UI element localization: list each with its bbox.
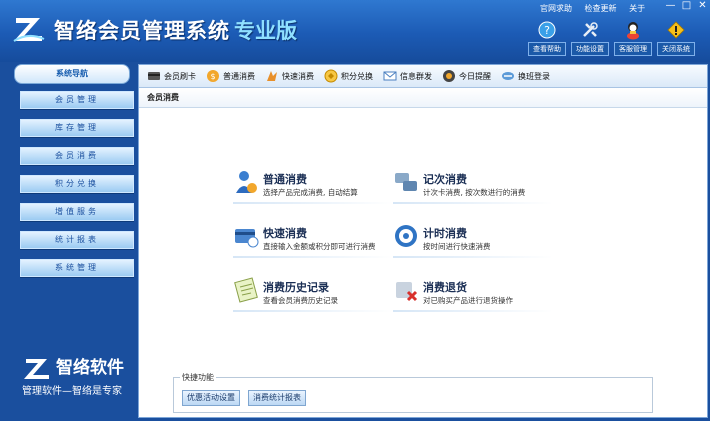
- app-header: 智络会员管理系统 专业版 官网求助 检查更新 关于 — □ ✕ ? 查看帮助 功…: [0, 0, 710, 62]
- timer-consume-icon: [395, 225, 417, 247]
- promotion-settings-button[interactable]: 优惠活动设置: [182, 390, 240, 406]
- function-count-consume[interactable]: 记次消费 计次卡消费, 按次数进行的消费: [393, 169, 553, 209]
- app-logo-icon: [13, 18, 45, 42]
- svg-text:?: ?: [544, 24, 550, 37]
- close-window-button[interactable]: ✕: [696, 0, 709, 12]
- customer-service-button[interactable]: 客服管理: [614, 20, 652, 56]
- check-update-link[interactable]: 检查更新: [585, 4, 617, 13]
- card-icon: [148, 72, 160, 80]
- toolbar: 会员刷卡 $ 普通消费 快速消费 积分兑换 信息群发 今日提醒 换班登录: [139, 65, 707, 88]
- quick-consume-icon: [235, 229, 259, 248]
- brand-slogan: 管理软件—智络是专家: [22, 386, 122, 397]
- help-icon: ?: [538, 21, 556, 39]
- reminder-icon: [443, 70, 455, 82]
- help-site-link[interactable]: 官网求助: [540, 4, 572, 13]
- close-system-button[interactable]: 关闭系统: [657, 20, 695, 56]
- function-normal-consume[interactable]: 普通消费 选择产品完成消费, 自动结算: [233, 169, 393, 209]
- content-panel: 会员刷卡 $ 普通消费 快速消费 积分兑换 信息群发 今日提醒 换班登录 会员消…: [138, 64, 708, 418]
- history-icon: [234, 277, 258, 303]
- shift-login-icon: [502, 72, 514, 80]
- maximize-button[interactable]: □: [680, 0, 693, 12]
- section-title: 会员消费: [139, 88, 707, 108]
- warning-icon: [667, 21, 685, 39]
- brand-name: 智络软件: [56, 358, 124, 378]
- toolbar-normal-consume[interactable]: $ 普通消费: [206, 69, 255, 83]
- app-edition: 专业版: [234, 19, 297, 43]
- sidebar-header: 系统导航: [14, 64, 130, 84]
- points-exchange-icon: [324, 69, 338, 83]
- sidebar-item-reports[interactable]: 统计报表: [20, 231, 134, 249]
- minimize-button[interactable]: —: [664, 0, 677, 12]
- toolbar-fast-consume[interactable]: 快速消费: [265, 69, 314, 83]
- function-consume-return[interactable]: 消费退货 对已购买产品进行退货操作: [393, 277, 553, 317]
- window-controls: — □ ✕: [664, 0, 709, 14]
- function-quick-consume[interactable]: 快速消费 直接输入金额或积分即可进行消费: [233, 223, 393, 263]
- function-consume-history[interactable]: 消费历史记录 查看会员消费历史记录: [233, 277, 393, 317]
- settings-button[interactable]: 功能设置: [571, 20, 609, 56]
- sidebar-item-inventory-management[interactable]: 库存管理: [20, 119, 134, 137]
- sidebar-item-points-exchange[interactable]: 积分兑换: [20, 175, 134, 193]
- consume-report-button[interactable]: 消费统计报表: [248, 390, 306, 406]
- quick-functions-group: 快捷功能 优惠活动设置 消费统计报表: [173, 372, 653, 413]
- toolbar-member-card[interactable]: 会员刷卡: [147, 69, 196, 83]
- toolbar-points-exchange[interactable]: 积分兑换: [324, 69, 373, 83]
- app-title: 智络会员管理系统: [54, 19, 230, 43]
- return-icon: [396, 282, 418, 302]
- sidebar: 系统导航 会员管理 库存管理 会员消费 积分兑换 增值服务 统计报表 系统管理 …: [10, 62, 134, 416]
- top-tools: ? 查看帮助 功能设置 客服管理 关闭系统: [528, 20, 695, 56]
- tools-icon: [583, 22, 598, 37]
- about-link[interactable]: 关于: [629, 4, 645, 13]
- sidebar-item-member-management[interactable]: 会员管理: [20, 91, 134, 109]
- svg-text:$: $: [210, 72, 215, 81]
- consume-icon: $: [207, 70, 219, 82]
- message-icon: [383, 71, 397, 81]
- count-consume-icon: [395, 173, 417, 191]
- person-consume-icon: [236, 171, 257, 193]
- function-timer-consume[interactable]: 计时消费 按时间进行快速消费: [393, 223, 553, 263]
- fast-consume-icon: [267, 71, 277, 81]
- toolbar-shift-login[interactable]: 换班登录: [501, 69, 550, 83]
- sidebar-item-member-consumption[interactable]: 会员消费: [20, 147, 134, 165]
- quick-functions-title: 快捷功能: [180, 372, 216, 383]
- help-button[interactable]: ? 查看帮助: [528, 20, 566, 56]
- sidebar-item-value-added[interactable]: 增值服务: [20, 203, 134, 221]
- toolbar-today-reminder[interactable]: 今日提醒: [442, 69, 491, 83]
- top-links: 官网求助 检查更新 关于: [540, 3, 655, 14]
- brand-logo-icon: [24, 359, 49, 379]
- toolbar-mass-message[interactable]: 信息群发: [383, 69, 432, 83]
- customer-service-icon: [627, 22, 639, 40]
- sidebar-item-system[interactable]: 系统管理: [20, 259, 134, 277]
